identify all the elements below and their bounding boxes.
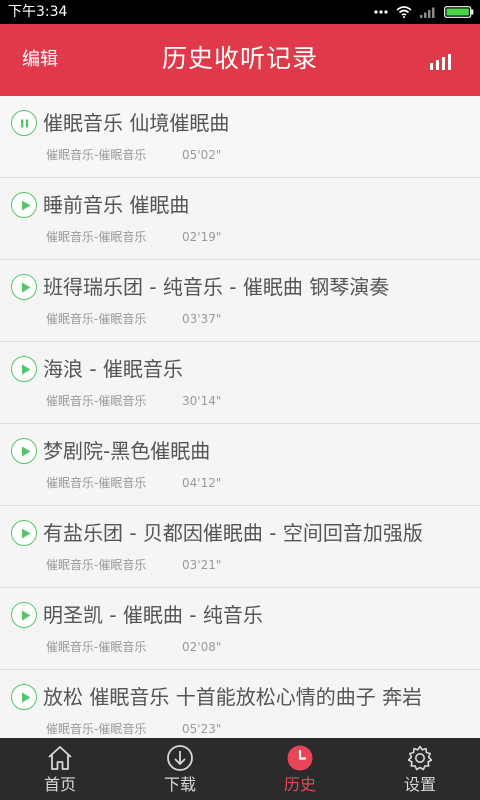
history-track-row[interactable]: 有盐乐团 - 贝都因催眠曲 - 空间回音加强版催眠音乐-催眠音乐 03'21": [0, 506, 480, 588]
track-album: 催眠音乐-催眠音乐: [46, 148, 147, 162]
track-title: 海浪 - 催眠音乐: [43, 357, 183, 381]
track-album: 催眠音乐-催眠音乐: [46, 558, 147, 572]
status-icons: [374, 4, 474, 20]
track-album: 催眠音乐-催眠音乐: [46, 640, 147, 654]
track-title: 明圣凯 - 催眠曲 - 纯音乐: [43, 603, 263, 627]
page-title: 历史收听记录: [161, 44, 318, 73]
track-album: 催眠音乐-催眠音乐: [46, 476, 147, 490]
equalizer-bars-icon[interactable]: [430, 54, 452, 70]
settings-gear-icon: [406, 744, 434, 772]
track-album: 催眠音乐-催眠音乐: [46, 722, 147, 736]
track-duration: 05'02": [182, 148, 222, 162]
status-time: 下午3:34: [8, 4, 68, 20]
history-clock-icon: [286, 744, 314, 772]
track-duration: 02'08": [182, 640, 222, 654]
play-icon[interactable]: [11, 684, 37, 710]
play-icon[interactable]: [11, 520, 37, 546]
track-title: 睡前音乐 催眠曲: [43, 193, 190, 217]
status-bar: 下午3:34: [0, 0, 480, 24]
play-icon[interactable]: [11, 602, 37, 628]
track-title: 梦剧院-黑色催眠曲: [43, 439, 211, 463]
track-title: 放松 催眠音乐 十首能放松心情的曲子 奔岩: [43, 685, 423, 709]
cellular-icon: [420, 6, 436, 18]
wifi-icon: [396, 6, 412, 18]
track-album: 催眠音乐-催眠音乐: [46, 394, 147, 408]
history-track-row[interactable]: 明圣凯 - 催眠曲 - 纯音乐催眠音乐-催眠音乐 02'08": [0, 588, 480, 670]
nav-tab[interactable]: 设置: [360, 738, 480, 800]
track-title: 催眠音乐 仙境催眠曲: [43, 111, 230, 135]
home-icon: [46, 744, 74, 772]
pause-icon[interactable]: [11, 110, 37, 136]
history-track-row[interactable]: 梦剧院-黑色催眠曲催眠音乐-催眠音乐 04'12": [0, 424, 480, 506]
header-bar: 编辑 历史收听记录: [0, 24, 480, 96]
history-track-row[interactable]: 睡前音乐 催眠曲催眠音乐-催眠音乐 02'19": [0, 178, 480, 260]
history-track-row[interactable]: 班得瑞乐团 - 纯音乐 - 催眠曲 钢琴演奏催眠音乐-催眠音乐 03'37": [0, 260, 480, 342]
track-duration: 05'23": [182, 722, 222, 736]
track-duration: 04'12": [182, 476, 222, 490]
nav-tab-label: 首页: [43, 775, 76, 794]
more-dots-icon: [374, 10, 388, 14]
history-track-row[interactable]: 放松 催眠音乐 十首能放松心情的曲子 奔岩催眠音乐-催眠音乐 05'23": [0, 670, 480, 738]
track-album: 催眠音乐-催眠音乐: [46, 230, 147, 244]
play-icon[interactable]: [11, 192, 37, 218]
nav-tab-label: 历史: [283, 775, 316, 794]
nav-tab-label: 下载: [163, 775, 196, 794]
battery-icon: [444, 6, 474, 18]
play-icon[interactable]: [11, 356, 37, 382]
nav-tab[interactable]: 历史: [240, 738, 360, 800]
track-duration: 03'21": [182, 558, 222, 572]
nav-tab[interactable]: 首页: [0, 738, 120, 800]
track-album: 催眠音乐-催眠音乐: [46, 312, 147, 326]
download-icon: [166, 744, 194, 772]
play-icon[interactable]: [11, 438, 37, 464]
play-icon[interactable]: [11, 274, 37, 300]
nav-tab-label: 设置: [403, 775, 436, 794]
nav-tab[interactable]: 下载: [120, 738, 240, 800]
history-track-row[interactable]: 催眠音乐 仙境催眠曲催眠音乐-催眠音乐 05'02": [0, 96, 480, 178]
bottom-nav: 首页 下载 历史 设置: [0, 738, 480, 800]
history-track-row[interactable]: 海浪 - 催眠音乐催眠音乐-催眠音乐 30'14": [0, 342, 480, 424]
track-duration: 02'19": [182, 230, 222, 244]
track-duration: 03'37": [182, 312, 222, 326]
track-title: 班得瑞乐团 - 纯音乐 - 催眠曲 钢琴演奏: [43, 275, 390, 299]
track-title: 有盐乐团 - 贝都因催眠曲 - 空间回音加强版: [43, 521, 423, 545]
history-track-list: 催眠音乐 仙境催眠曲 催眠音乐-催眠音乐 05'02" 睡前音乐 催眠曲 催眠音乐-催眠…: [0, 96, 480, 738]
track-duration: 30'14": [182, 394, 222, 408]
